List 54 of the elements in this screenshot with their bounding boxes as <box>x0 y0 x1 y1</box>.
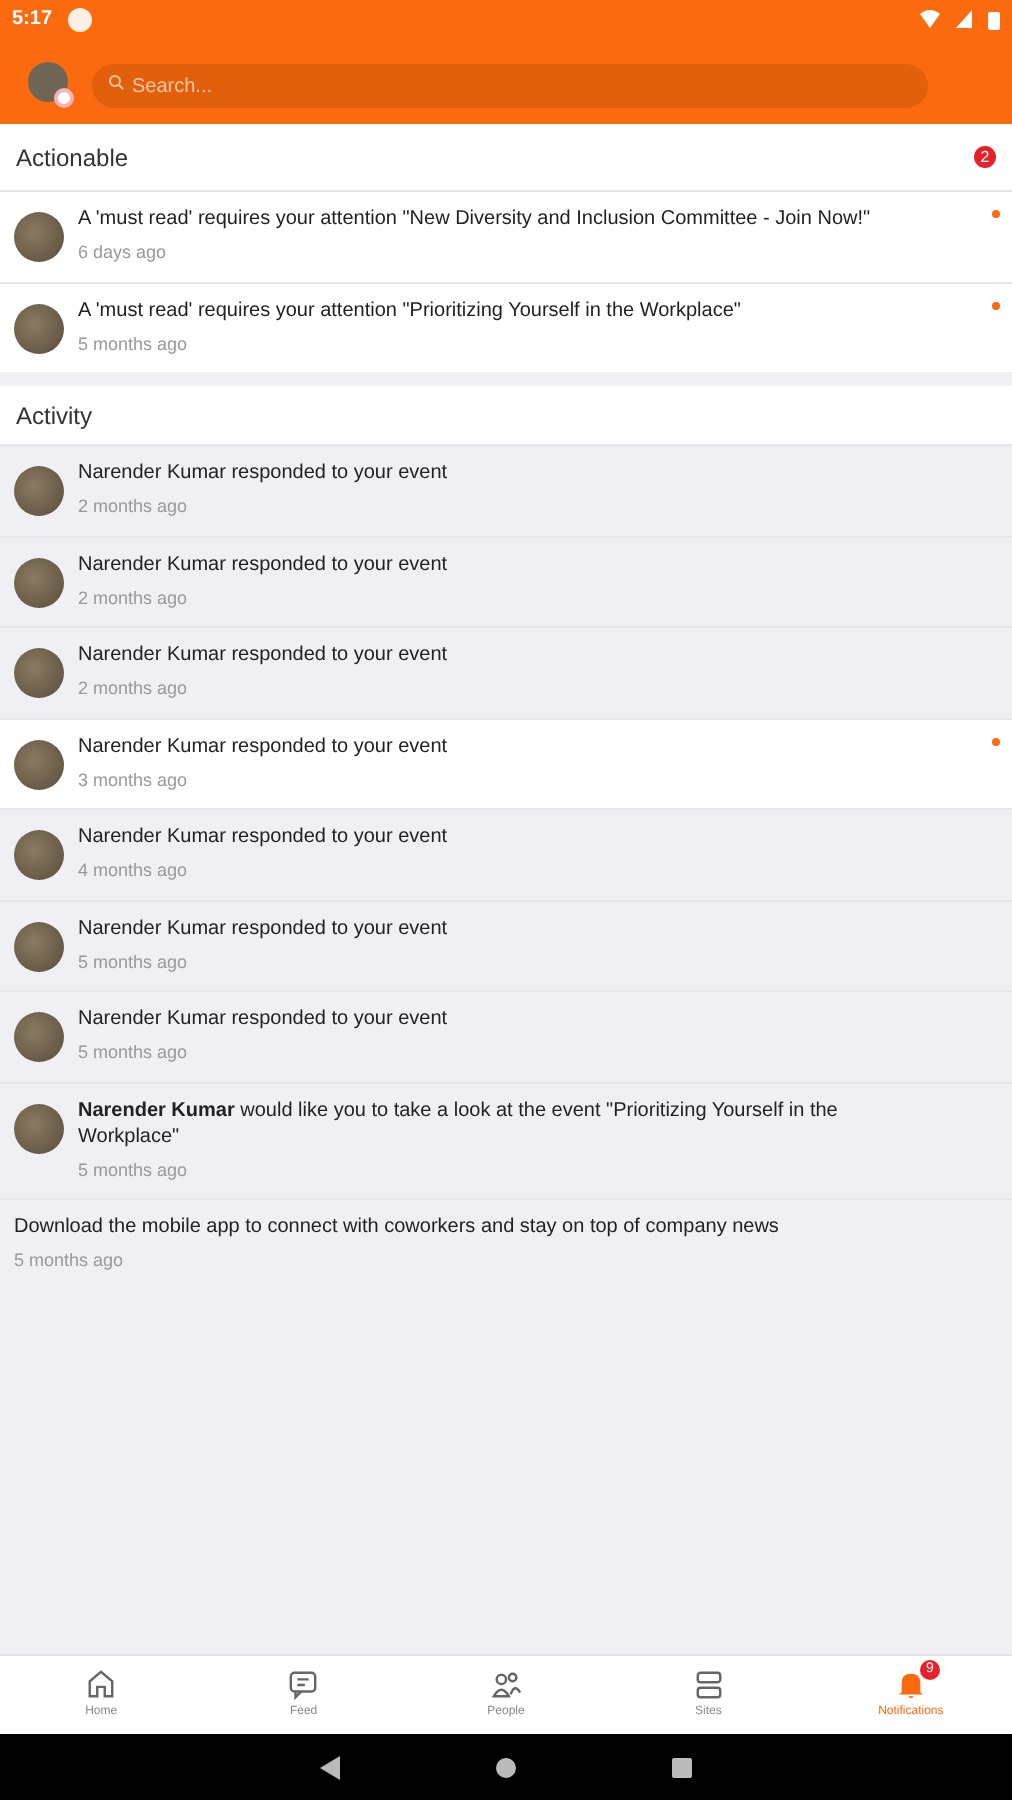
status-badge-icon <box>54 87 74 107</box>
notification-text: A 'must read' requires your attention "Prioritizing Yourself in the Workplace" <box>78 297 741 323</box>
avatar <box>14 830 64 880</box>
notification-text: A 'must read' requires your attention "New Diversity and Inclusion Committee - Join Now!" <box>78 206 871 232</box>
avatar <box>14 921 64 971</box>
notification-row[interactable]: Narender Kumar responded to your event 3 months ago <box>0 717 1012 808</box>
avatar <box>14 648 64 698</box>
user-avatar[interactable] <box>28 61 68 101</box>
notification-row[interactable]: A 'must read' requires your attention "Prioritizing Yourself in the Workplace" 5 months ago <box>0 281 1012 372</box>
avatar <box>14 739 64 789</box>
notification-time: 2 months ago <box>78 585 190 612</box>
notification-time: 4 months ago <box>78 858 190 884</box>
notification-time: 6 days ago <box>78 240 169 266</box>
notification-text: Download the mobile app to connect with coworkers and stay on top of company news <box>14 1214 779 1240</box>
avatar <box>14 466 64 516</box>
wifi-icon <box>920 10 940 28</box>
notification-text: Narender Kumar responded to your event <box>78 460 448 486</box>
status-time: 5:17 <box>12 6 53 34</box>
section-title: Actionable <box>16 141 129 175</box>
notification-text: Narender Kumar responded to your event <box>78 915 448 941</box>
notification-text: Narender Kumar responded to your event <box>78 1006 448 1032</box>
search-field[interactable]: Search... <box>92 64 928 108</box>
avatar <box>14 303 64 353</box>
notification-time: 5 months ago <box>78 1157 190 1184</box>
notification-text: Narender Kumar responded to your event <box>78 733 448 759</box>
notification-time: 5 months ago <box>78 1040 190 1066</box>
recents-icon[interactable] <box>672 1757 692 1777</box>
battery-icon <box>988 9 1000 29</box>
notification-time: 5 months ago <box>78 331 190 358</box>
back-icon[interactable] <box>320 1755 340 1779</box>
app-logo-icon <box>68 7 93 31</box>
notification-text: Narender Kumar would like you to take a look at the event "Prioritizing Yourself in the Workplace" <box>78 1097 840 1149</box>
notification-text: Narender Kumar responded to your event <box>78 824 448 850</box>
avatar <box>14 212 64 262</box>
avatar <box>14 1103 64 1153</box>
people-icon <box>491 1669 521 1699</box>
notification-time: 5 months ago <box>14 1248 126 1274</box>
notification-text: Narender Kumar responded to your event <box>78 642 448 668</box>
signal-icon <box>956 10 972 28</box>
sites-icon <box>693 1669 724 1699</box>
notification-time: 2 months ago <box>78 494 190 520</box>
notification-time: 5 months ago <box>78 949 190 976</box>
avatar <box>14 1012 64 1062</box>
notification-row[interactable]: A 'must read' requires your attention "New Diversity and Inclusion Committee - Join Now!" 6 days ago <box>0 190 1012 281</box>
count-badge: 2 <box>974 146 996 168</box>
notification-time: 2 months ago <box>78 676 190 702</box>
search-icon <box>108 73 124 89</box>
home-icon <box>86 1669 117 1699</box>
notification-text: Narender Kumar responded to your event <box>78 551 448 577</box>
chat-icon <box>288 1669 319 1699</box>
bell-icon <box>895 1669 926 1699</box>
section-title: Activity <box>16 399 93 433</box>
notification-time: 3 months ago <box>78 767 190 794</box>
avatar <box>14 557 64 607</box>
